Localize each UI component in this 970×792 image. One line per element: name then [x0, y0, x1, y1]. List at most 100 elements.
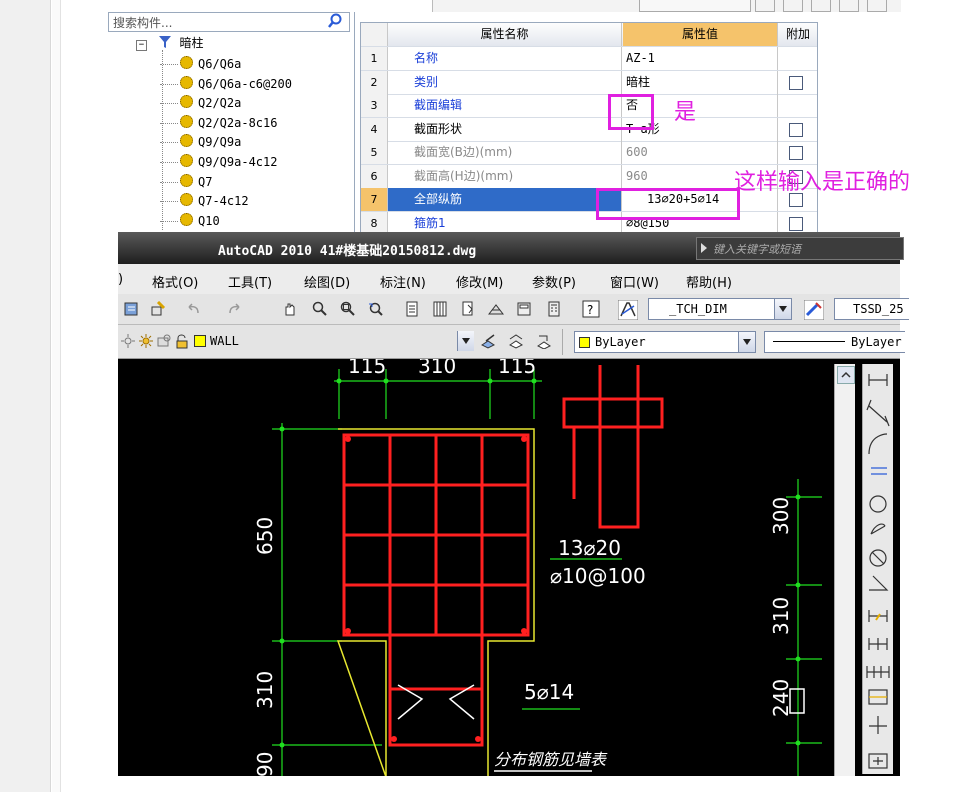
- lock-icon[interactable]: [174, 333, 190, 349]
- row-number: 1: [361, 47, 388, 70]
- chevron-down-icon[interactable]: [457, 331, 474, 351]
- undo-icon[interactable]: [186, 301, 202, 317]
- extra-checkbox[interactable]: [789, 75, 803, 90]
- toolbar-icon-button[interactable]: [839, 0, 859, 12]
- toolbar-button-fragment[interactable]: [639, 0, 751, 12]
- menu-item[interactable]: 工具(T): [228, 272, 272, 291]
- menu-item[interactable]: 格式(O): [152, 272, 198, 291]
- component-icon: [180, 154, 193, 167]
- property-row[interactable]: 4 截面形状 T-a形: [361, 117, 817, 142]
- help-icon[interactable]: ?: [582, 300, 600, 318]
- tree-root[interactable]: − 暗柱: [136, 34, 203, 51]
- text-style-select[interactable]: TSSD_25: [834, 298, 909, 320]
- extra-checkbox[interactable]: [789, 122, 803, 137]
- dimension-style-icon[interactable]: [618, 300, 638, 320]
- property-row[interactable]: 3 截面编辑否: [361, 94, 817, 118]
- left-gutter-edge: [52, 0, 61, 792]
- property-row[interactable]: 2 类别 暗柱: [361, 70, 817, 95]
- extra-checkbox[interactable]: [789, 216, 803, 231]
- chevron-down-icon[interactable]: [738, 332, 755, 352]
- layer-on-icon[interactable]: [120, 333, 136, 349]
- layer-previous-icon[interactable]: [536, 333, 552, 349]
- toolbar-icon-button[interactable]: [783, 0, 803, 12]
- toolbar-icon-button[interactable]: [867, 0, 887, 12]
- design-center-icon[interactable]: [460, 301, 476, 317]
- tree-item[interactable]: Q2/Q2a-8c16: [160, 114, 277, 130]
- menu-item[interactable]: 绘图(D): [304, 272, 350, 291]
- dimension-tools-icons[interactable]: [863, 364, 893, 774]
- menu-item[interactable]: 参数(P): [532, 272, 576, 291]
- sheet-set-icon[interactable]: [404, 301, 420, 317]
- calculator-icon[interactable]: [546, 301, 562, 317]
- tree-item[interactable]: Q6/Q6a: [160, 56, 241, 71]
- zoom-realtime-icon[interactable]: [312, 301, 328, 317]
- menu-fragment[interactable]: ): [118, 272, 123, 287]
- dim-left-3: 90: [253, 752, 277, 777]
- vertical-scrollbar[interactable]: [834, 364, 855, 776]
- properties-icon[interactable]: [124, 301, 140, 317]
- search-icon[interactable]: [327, 13, 343, 29]
- scroll-up-button[interactable]: [837, 366, 855, 384]
- zoom-previous-icon[interactable]: [368, 301, 384, 317]
- match-properties-icon[interactable]: [150, 301, 166, 317]
- highlight-box-rebar: [596, 188, 740, 220]
- component-icon: [180, 56, 193, 69]
- redo-icon[interactable]: [226, 301, 242, 317]
- component-icon: [180, 173, 193, 187]
- tree-search-input[interactable]: 搜索构件...: [108, 12, 350, 32]
- text-style-icon[interactable]: [804, 300, 824, 320]
- arrow-right-icon: [701, 243, 707, 253]
- tree-item[interactable]: Q9/Q9a: [160, 134, 241, 149]
- row-number: 2: [361, 70, 388, 94]
- property-value[interactable]: 600: [623, 141, 778, 164]
- drawing-canvas[interactable]: 115 310 115 650 310 90 300 310 240 13⌀20…: [122, 359, 834, 777]
- tool-palette-icon[interactable]: [432, 301, 448, 317]
- toolbar-icon-button[interactable]: [755, 0, 775, 12]
- tree-search-placeholder: 搜索构件...: [113, 16, 173, 30]
- dim-top-3: 115: [498, 359, 536, 378]
- color-value: ByLayer: [595, 335, 646, 349]
- layer-select[interactable]: WALL: [206, 331, 474, 351]
- layer-freeze-icon[interactable]: [138, 333, 154, 349]
- markup-icon[interactable]: [488, 301, 504, 317]
- toolbar-icon-button[interactable]: [811, 0, 831, 12]
- menu-item[interactable]: 窗口(W): [610, 272, 659, 291]
- tree-item[interactable]: Q6/Q6a-c6@200: [160, 75, 292, 91]
- menu-item[interactable]: 修改(M): [456, 272, 503, 291]
- text-style-value: TSSD_25: [853, 302, 904, 316]
- menubar: ) 格式(O) 工具(T) 绘图(D) 标注(N) 修改(M) 参数(P) 窗口(W) 帮助(…: [118, 264, 900, 295]
- quickcalc-icon[interactable]: [516, 301, 532, 317]
- collapse-icon[interactable]: −: [136, 40, 147, 51]
- tree-item[interactable]: Q10: [160, 212, 220, 228]
- menu-item[interactable]: 帮助(H): [686, 272, 732, 291]
- tree-item[interactable]: Q9/Q9a-4c12: [160, 154, 277, 169]
- row-number: 4: [361, 117, 388, 141]
- extra-checkbox[interactable]: [789, 146, 803, 160]
- zoom-window-icon[interactable]: [340, 301, 356, 317]
- property-value[interactable]: 暗柱: [623, 70, 778, 94]
- menu-item[interactable]: 标注(N): [380, 272, 426, 291]
- color-select[interactable]: ByLayer: [574, 331, 756, 353]
- dimension-palette: [862, 364, 893, 774]
- layer-toolbar: WALL ByLayer ByLayer: [118, 325, 905, 359]
- property-row[interactable]: 1 名称 AZ-1: [361, 47, 817, 71]
- label-note: 分布钢筋见墙表: [494, 750, 608, 769]
- tree-item-label: Q6/Q6a-c6@200: [198, 76, 292, 91]
- tree-item-label: Q7: [198, 174, 213, 189]
- standard-toolbar: ? _TCH_DIM TSSD_25: [118, 294, 909, 325]
- dim-right-2: 310: [769, 597, 793, 635]
- autocad-search-input[interactable]: 键入关键字或短语: [696, 237, 904, 260]
- make-current-layer-icon[interactable]: [480, 333, 496, 349]
- chevron-down-icon[interactable]: [774, 299, 791, 319]
- pan-icon[interactable]: [282, 301, 298, 317]
- dimension-style-select[interactable]: _TCH_DIM: [648, 298, 792, 320]
- tree-item[interactable]: Q7: [160, 173, 213, 189]
- layer-viewport-icon[interactable]: [156, 333, 172, 349]
- linetype-select[interactable]: ByLayer: [764, 331, 905, 353]
- property-value[interactable]: AZ-1: [623, 47, 778, 70]
- linetype-preview: [773, 341, 845, 342]
- property-row[interactable]: 5 截面宽(B边)(mm) 600: [361, 141, 817, 165]
- tree-item[interactable]: Q2/Q2a: [160, 95, 241, 110]
- layer-states-icon[interactable]: [508, 333, 524, 349]
- tree-item[interactable]: Q7-4c12: [160, 193, 249, 208]
